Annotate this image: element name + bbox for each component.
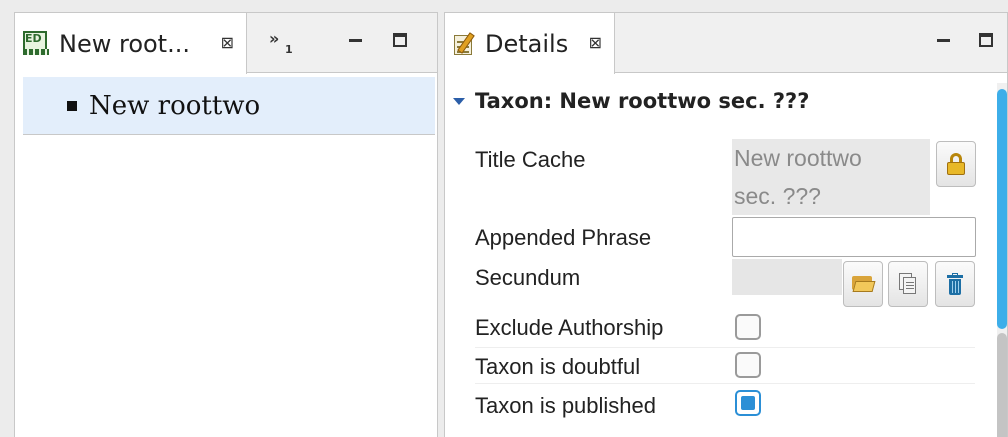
title-cache-line-2: sec. ??? [734, 183, 821, 209]
details-tabbar: Details ⊠ [445, 13, 1007, 74]
section-title: Taxon: New roottwo sec. ??? [475, 89, 810, 113]
tree-node-icon [67, 100, 77, 111]
overflow-chevron-icon[interactable]: » [269, 29, 279, 48]
details-tab[interactable]: Details ⊠ [445, 13, 615, 74]
lock-icon [947, 153, 965, 175]
details-pane: Details ⊠ Taxon: New roottwo sec. ??? Ti… [444, 12, 1008, 437]
collapse-arrow-icon[interactable] [453, 97, 465, 105]
appended-phrase-label: Appended Phrase [475, 225, 652, 250]
copy-icon [899, 273, 917, 295]
scrollbar-lower[interactable] [997, 333, 1007, 437]
taxon-published-checkbox[interactable] [735, 390, 761, 416]
title-cache-line-1: New roottwo [734, 145, 862, 171]
close-icon[interactable]: ⊠ [589, 33, 602, 52]
editor-icon: ED [23, 30, 53, 57]
details-tab-title: Details [485, 29, 569, 58]
browse-secundum-button[interactable] [843, 261, 883, 307]
title-cache-field[interactable]: New roottwo sec. ??? [732, 139, 930, 215]
exclude-authorship-checkbox[interactable] [735, 314, 761, 340]
close-icon[interactable]: ⊠ [221, 33, 234, 52]
folder-open-icon [852, 276, 876, 292]
taxon-section-header[interactable]: Taxon: New roottwo sec. ??? [453, 89, 809, 113]
maximize-icon[interactable] [979, 33, 993, 47]
taxon-published-label: Taxon is published [475, 393, 657, 418]
taxon-doubtful-checkbox[interactable] [735, 352, 761, 378]
details-icon [453, 31, 477, 56]
remove-secundum-button[interactable] [935, 261, 975, 307]
row-divider [475, 383, 975, 384]
exclude-authorship-label: Exclude Authorship [475, 315, 664, 340]
secundum-label: Secundum [475, 265, 581, 290]
lock-title-cache-button[interactable] [936, 141, 976, 187]
row-divider [475, 347, 975, 348]
appended-phrase-input[interactable] [732, 217, 976, 257]
tree-item[interactable]: New roottwo [23, 77, 435, 135]
open-secundum-button[interactable] [888, 261, 928, 307]
taxon-doubtful-label: Taxon is doubtful [475, 354, 641, 379]
taxon-tree: New roottwo [23, 77, 435, 135]
trash-icon [947, 273, 963, 295]
tree-item-label: New roottwo [89, 90, 261, 121]
maximize-icon[interactable] [393, 33, 407, 47]
navigator-pane: ED New root... ⊠ » 1 New roottwo [14, 12, 438, 437]
overflow-count: 1 [285, 43, 293, 56]
secundum-field[interactable] [732, 259, 842, 295]
navigator-tab[interactable]: ED New root... ⊠ [15, 13, 247, 74]
navigator-tabbar: ED New root... ⊠ » 1 [15, 13, 437, 74]
minimize-icon[interactable] [937, 39, 950, 42]
navigator-tab-title: New root... [59, 29, 190, 58]
minimize-icon[interactable] [349, 39, 362, 42]
scrollbar-thumb[interactable] [997, 89, 1007, 329]
title-cache-label: Title Cache [475, 147, 586, 172]
